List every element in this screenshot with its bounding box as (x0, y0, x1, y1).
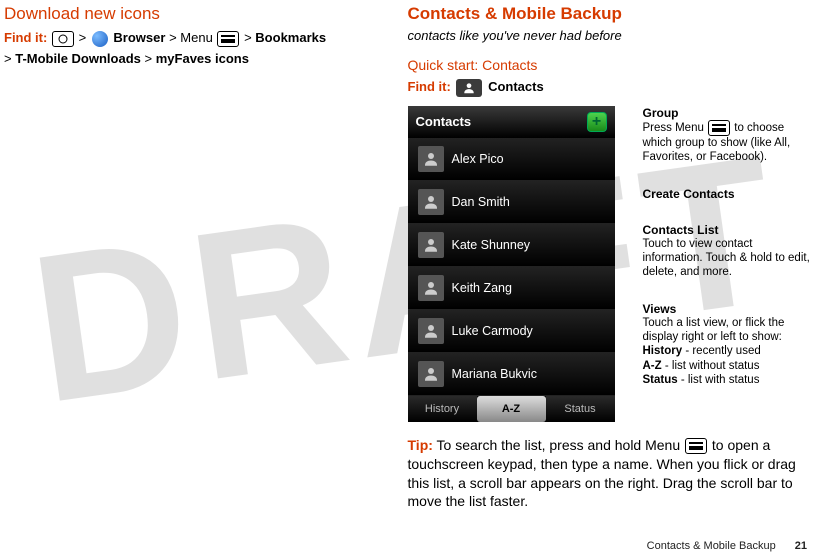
label: History (643, 345, 683, 357)
menu-icon (708, 120, 730, 136)
left-column: Download new icons Find it: > Browser > … (4, 4, 408, 511)
callouts-column: Group Press Menu to choose which group t… (643, 106, 812, 422)
text: - list with status (678, 374, 760, 386)
label: A-Z (643, 360, 662, 372)
callout-body: Press Menu to choose which group to show… (643, 120, 812, 165)
contact-name: Alex Pico (452, 152, 504, 166)
contact-name: Kate Shunney (452, 238, 531, 252)
callout-list: Contacts List Touch to view contact info… (643, 223, 812, 280)
views-history: History - recently used (643, 344, 812, 358)
phone-header-title: Contacts (416, 114, 472, 129)
tab-history[interactable]: History (408, 396, 477, 422)
label: Status (643, 374, 678, 386)
views-status: Status - list with status (643, 373, 812, 387)
avatar (418, 361, 444, 387)
avatar (418, 146, 444, 172)
callout-title: Contacts List (643, 223, 812, 237)
right-section-title: Contacts & Mobile Backup (408, 4, 812, 24)
findit-label: Find it: (4, 30, 47, 45)
contact-row[interactable]: Kate Shunney (408, 224, 615, 267)
avatar (418, 189, 444, 215)
sep: > (244, 30, 252, 45)
contact-name: Dan Smith (452, 195, 510, 209)
callout-group: Group Press Menu to choose which group t… (643, 106, 812, 165)
phone-screenshot: Contacts + Alex Pico Dan Smith Kate Shun… (408, 106, 615, 422)
callout-title: Views (643, 302, 812, 316)
callout-views: Views Touch a list view, or flick the di… (643, 302, 812, 388)
left-section-title: Download new icons (4, 4, 388, 24)
path-tmobile: T-Mobile Downloads (15, 51, 141, 66)
tab-az[interactable]: A-Z (477, 396, 546, 422)
findit-label: Find it: (408, 79, 451, 94)
phone-tabs: History A-Z Status (408, 396, 615, 422)
contact-row[interactable]: Dan Smith (408, 181, 615, 224)
right-column: Contacts & Mobile Backup contacts like y… (408, 4, 812, 511)
contact-row[interactable]: Keith Zang (408, 267, 615, 310)
menu-icon (685, 438, 707, 454)
contact-name: Keith Zang (452, 281, 512, 295)
path-menu: Menu (180, 30, 213, 45)
text: - list without status (662, 360, 760, 372)
page-footer: Contacts & Mobile Backup 21 (647, 540, 807, 552)
callout-body: Touch a list view, or flick the display … (643, 316, 812, 345)
contact-row[interactable]: Mariana Bukvic (408, 353, 615, 396)
contact-row[interactable]: Alex Pico (408, 138, 615, 181)
phone-header: Contacts + (408, 106, 615, 138)
tip-label: Tip: (408, 437, 433, 453)
callout-text: Press Menu (643, 122, 708, 134)
views-az: A-Z - list without status (643, 359, 812, 373)
findit-target: Contacts (488, 79, 544, 94)
sep: > (4, 51, 12, 66)
page-number: 21 (795, 540, 807, 552)
avatar (418, 318, 444, 344)
contacts-app-icon (456, 79, 482, 97)
avatar (418, 232, 444, 258)
add-contact-button[interactable]: + (587, 112, 607, 132)
sep: > (79, 30, 87, 45)
text: - recently used (682, 345, 761, 357)
globe-icon (92, 31, 108, 47)
path-myfaves: myFaves icons (156, 51, 249, 66)
callout-title: Create Contacts (643, 187, 812, 201)
sep: > (145, 51, 153, 66)
menu-icon (217, 31, 239, 47)
callout-create: Create Contacts (643, 187, 812, 201)
callout-title: Group (643, 106, 812, 120)
contact-name: Luke Carmody (452, 324, 533, 338)
callout-body: Touch to view contact information. Touch… (643, 237, 812, 280)
path-bookmarks: Bookmarks (255, 30, 326, 45)
right-subtitle: contacts like you've never had before (408, 28, 812, 43)
path-browser: Browser (113, 30, 165, 45)
camera-icon (52, 31, 74, 47)
quickstart-heading: Quick start: Contacts (408, 57, 812, 73)
right-findit-line: Find it: Contacts (408, 77, 812, 98)
left-findit-line: Find it: > Browser > Menu > Bookmarks > … (4, 28, 388, 70)
contact-row[interactable]: Luke Carmody (408, 310, 615, 353)
tip-paragraph: Tip: To search the list, press and hold … (408, 436, 812, 512)
footer-section: Contacts & Mobile Backup (647, 540, 776, 552)
sep: > (169, 30, 177, 45)
phone-and-callouts: Contacts + Alex Pico Dan Smith Kate Shun… (408, 106, 812, 422)
tip-text-a: To search the list, press and hold Menu (433, 437, 684, 453)
tab-status[interactable]: Status (546, 396, 615, 422)
avatar (418, 275, 444, 301)
contact-name: Mariana Bukvic (452, 367, 537, 381)
page-container: Download new icons Find it: > Browser > … (0, 0, 815, 511)
